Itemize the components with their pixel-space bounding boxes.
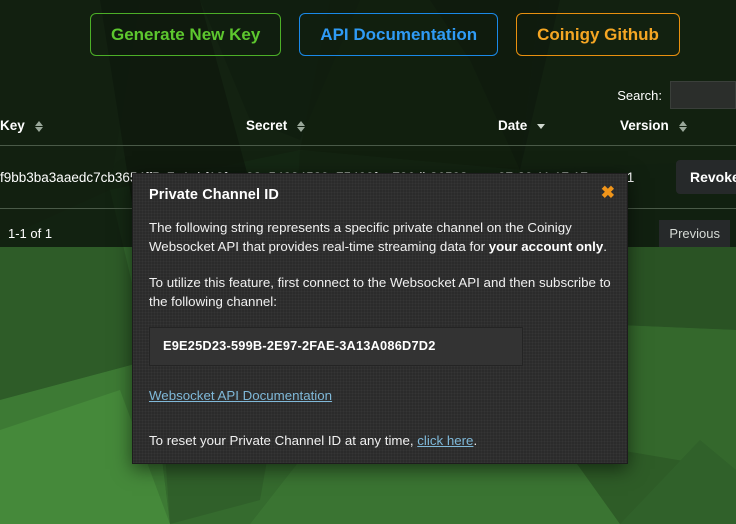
close-icon[interactable]: ✖	[601, 184, 615, 201]
websocket-api-documentation-link[interactable]: Websocket API Documentation	[149, 386, 332, 405]
cell-action: Revoke	[676, 145, 736, 209]
modal-body: The following string represents a specif…	[133, 214, 627, 466]
column-header-date-label: Date	[498, 118, 528, 133]
column-header-date[interactable]: Date	[498, 118, 620, 146]
modal-paragraph-2: To utilize this feature, first connect t…	[149, 274, 611, 309]
sort-icon-key[interactable]	[34, 120, 44, 133]
column-header-key-label: Key	[0, 118, 25, 133]
sort-icon-version[interactable]	[678, 120, 688, 133]
pagination-info: 1-1 of 1	[8, 225, 53, 241]
revoke-key-button[interactable]: Revoke	[676, 160, 736, 194]
column-header-version[interactable]: Version	[620, 118, 687, 146]
search-row: Search:	[0, 80, 736, 110]
generate-new-key-button[interactable]: Generate New Key	[90, 12, 282, 56]
action-button-row: Generate New Key API Documentation Coini…	[0, 0, 736, 68]
column-header-version-label: Version	[620, 118, 669, 133]
modal-paragraph-1: The following string represents a specif…	[149, 218, 611, 257]
search-input[interactable]	[670, 81, 736, 109]
reset-channel-id-link[interactable]: click here	[417, 433, 473, 448]
private-channel-id-modal: Private Channel ID ✖ The following strin…	[132, 173, 628, 464]
coinigy-github-button[interactable]: Coinigy Github	[516, 12, 680, 56]
modal-paragraph-1-post: .	[603, 239, 607, 255]
api-documentation-button[interactable]: API Documentation	[299, 12, 499, 56]
reset-channel-id-line: To reset your Private Channel ID at any …	[149, 431, 611, 450]
cell-version: v1	[620, 145, 676, 209]
modal-header: Private Channel ID ✖	[133, 174, 627, 214]
page-root: Generate New Key API Documentation Coini…	[0, 0, 736, 524]
column-header-secret[interactable]: Secret	[246, 118, 498, 146]
column-header-secret-label: Secret	[246, 118, 288, 133]
reset-text-pre: To reset your Private Channel ID at any …	[149, 432, 418, 448]
reset-text-post: .	[473, 432, 478, 448]
pagination-previous-button[interactable]: Previous	[659, 219, 730, 247]
private-channel-id-value[interactable]: E9E25D23-599B-2E97-2FAE-3A13A086D7D2	[149, 327, 523, 366]
search-label: Search:	[617, 87, 662, 103]
sort-icon-secret[interactable]	[297, 120, 306, 133]
table-head: Key Secret Date Version	[0, 118, 736, 146]
modal-title: Private Channel ID	[149, 187, 279, 203]
column-header-key[interactable]: Key	[0, 118, 246, 146]
table-header-row: Key Secret Date Version	[0, 118, 736, 146]
sort-icon-date-descending[interactable]	[537, 120, 546, 133]
modal-paragraph-1-emphasis: your account only	[488, 239, 604, 255]
